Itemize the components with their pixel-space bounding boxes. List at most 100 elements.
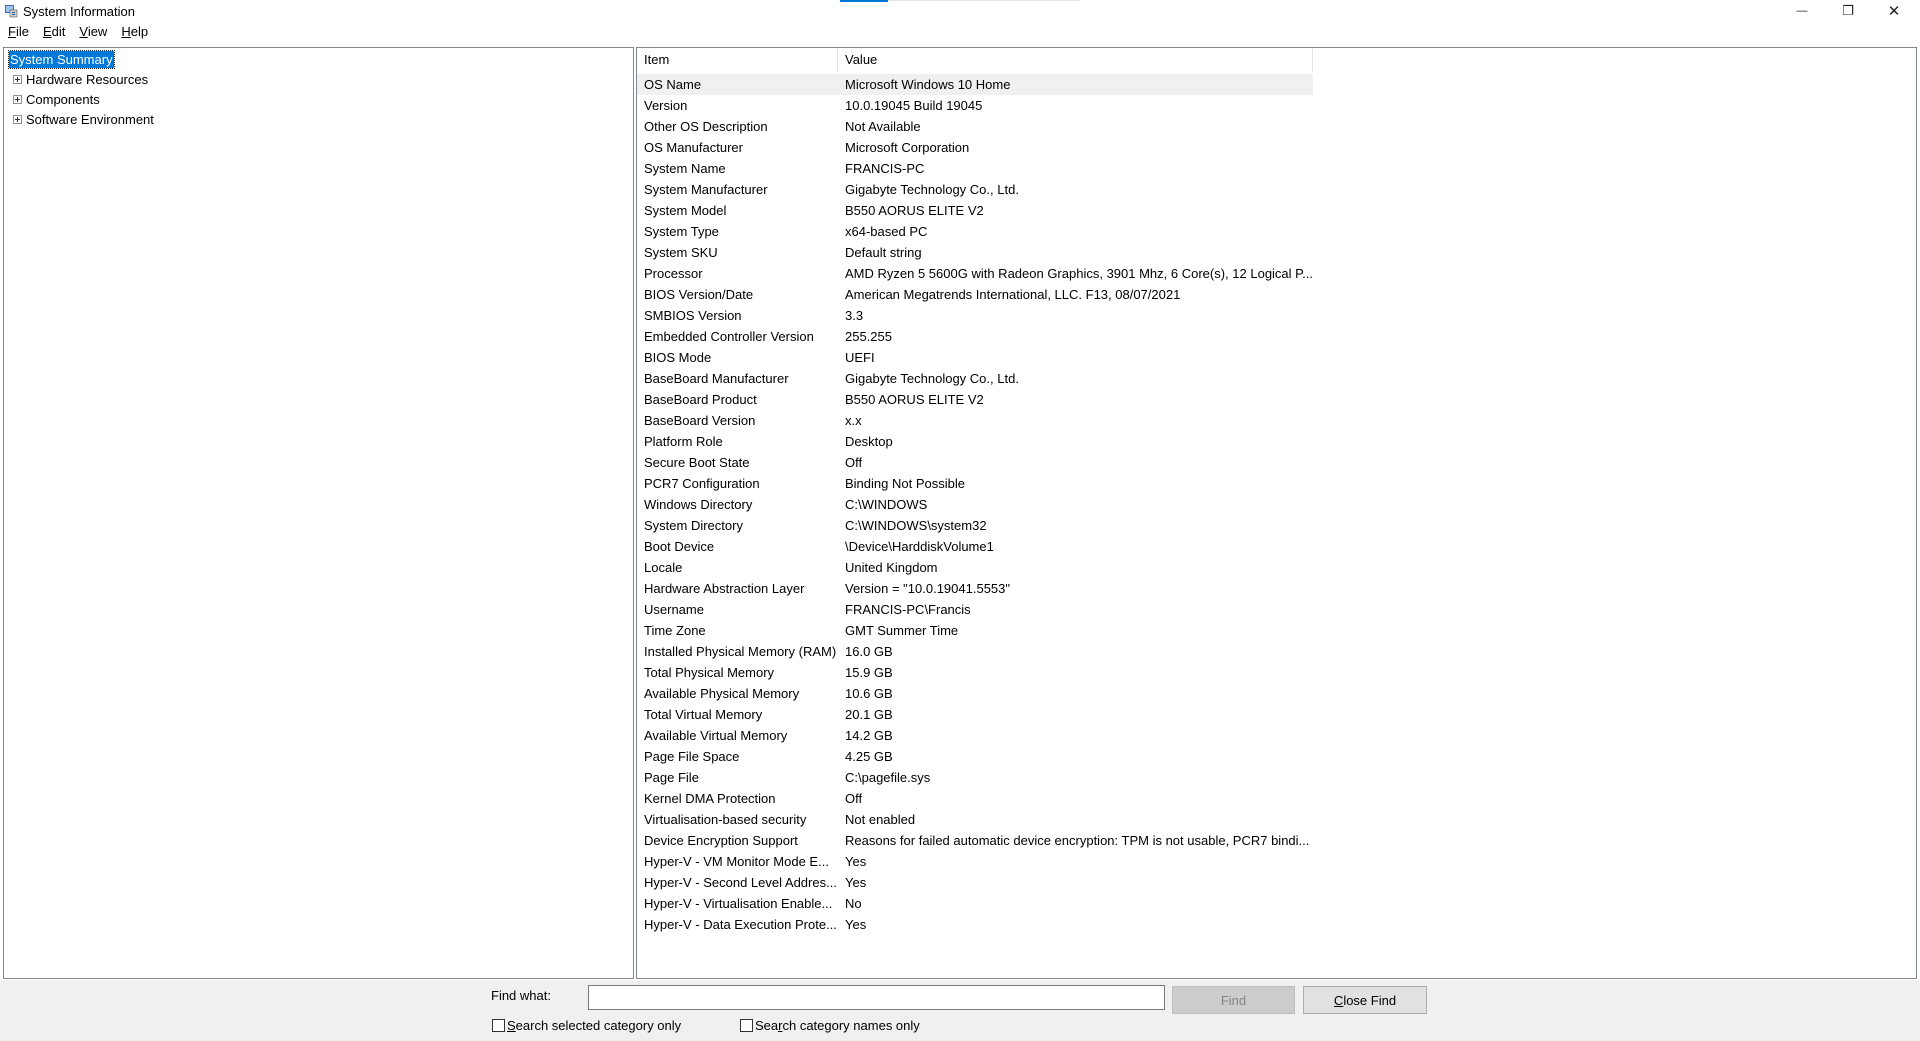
menu-view[interactable]: View bbox=[72, 23, 114, 43]
table-row[interactable]: Virtualisation-based security Not enabled bbox=[637, 809, 1313, 830]
search-category-names-checkbox[interactable]: Sea r ch category names only bbox=[740, 1018, 920, 1033]
cell-item: Total Virtual Memory bbox=[644, 707, 763, 722]
cell-value: Off bbox=[845, 455, 863, 470]
table-row[interactable]: Hyper-V - Data Execution Prote... Yes bbox=[637, 914, 1313, 935]
tree-item-components[interactable]: Components bbox=[4, 90, 101, 108]
cell-value: x64-based PC bbox=[845, 224, 928, 239]
window-title: System Information bbox=[23, 4, 135, 19]
table-row[interactable]: Time Zone GMT Summer Time bbox=[637, 620, 1313, 641]
table-row[interactable]: System Model B550 AORUS ELITE V2 bbox=[637, 200, 1313, 221]
find-button[interactable]: Find bbox=[1172, 986, 1295, 1014]
cell-item: System Directory bbox=[644, 518, 743, 533]
cell-value: 15.9 GB bbox=[845, 665, 893, 680]
table-row[interactable]: Embedded Controller Version 255.255 bbox=[637, 326, 1313, 347]
cell-item: OS Name bbox=[644, 77, 702, 92]
table-row[interactable]: Secure Boot State Off bbox=[637, 452, 1313, 473]
menu-file[interactable]: File bbox=[0, 23, 36, 43]
expand-icon[interactable] bbox=[13, 94, 22, 104]
tree-item-label: Hardware Resources bbox=[26, 71, 149, 87]
table-row[interactable]: Other OS Description Not Available bbox=[637, 116, 1313, 137]
find-what-input[interactable] bbox=[588, 985, 1165, 1010]
table-row[interactable]: System Name FRANCIS-PC bbox=[637, 158, 1313, 179]
restore-button[interactable]: ❐ bbox=[1825, 0, 1871, 22]
tree-item-system-summary[interactable]: System Summary bbox=[8, 49, 115, 69]
cell-item: Page File Space bbox=[644, 749, 740, 764]
column-header-item[interactable]: Item bbox=[637, 48, 838, 72]
cell-item: System Type bbox=[644, 224, 719, 239]
table-row[interactable]: System Manufacturer Gigabyte Technology C… bbox=[637, 179, 1313, 200]
tree-item-label: Software Environment bbox=[26, 111, 154, 127]
cell-item: PCR7 Configuration bbox=[644, 476, 760, 491]
table-row[interactable]: Device Encryption Support Reasons for fai… bbox=[637, 830, 1313, 851]
title-bar: System Information — ❐ ✕ bbox=[0, 0, 1920, 24]
table-row[interactable]: Processor AMD Ryzen 5 5600G with Radeon G… bbox=[637, 263, 1313, 284]
tree-item-software-environment[interactable]: Software Environment bbox=[4, 110, 155, 128]
cell-item: Hyper-V - Second Level Addres... bbox=[644, 875, 837, 890]
search-selected-category-checkbox[interactable]: Search selected category only bbox=[492, 1018, 681, 1033]
table-row[interactable]: Total Physical Memory 15.9 GB bbox=[637, 662, 1313, 683]
table-row[interactable]: Page File C:\pagefile.sys bbox=[637, 767, 1313, 788]
table-row[interactable]: Available Virtual Memory 14.2 GB bbox=[637, 725, 1313, 746]
table-row[interactable]: Kernel DMA Protection Off bbox=[637, 788, 1313, 809]
cell-value: Microsoft Windows 10 Home bbox=[845, 77, 1011, 92]
table-row[interactable]: Hyper-V - Second Level Addres... Yes bbox=[637, 872, 1313, 893]
table-row[interactable]: Version 10.0.19045 Build 19045 bbox=[637, 95, 1313, 116]
cell-item: Hardware Abstraction Layer bbox=[644, 581, 805, 596]
checkbox-unchecked-icon[interactable] bbox=[740, 1019, 753, 1032]
table-row[interactable]: BaseBoard Version x.x bbox=[637, 410, 1313, 431]
table-row[interactable]: OS Manufacturer Microsoft Corporation bbox=[637, 137, 1313, 158]
table-row[interactable]: BIOS Version/Date American Megatrends Int… bbox=[637, 284, 1313, 305]
table-row[interactable]: PCR7 Configuration Binding Not Possible bbox=[637, 473, 1313, 494]
table-row[interactable]: Installed Physical Memory (RAM) 16.0 GB bbox=[637, 641, 1313, 662]
close-find-button[interactable]: Close Find bbox=[1303, 986, 1427, 1014]
cell-item: Total Physical Memory bbox=[644, 665, 775, 680]
table-row[interactable]: Total Virtual Memory 20.1 GB bbox=[637, 704, 1313, 725]
close-button[interactable]: ✕ bbox=[1871, 0, 1917, 22]
menu-file-accel: F bbox=[8, 24, 16, 39]
find-what-label: Find what: bbox=[491, 988, 551, 1003]
cell-value: Off bbox=[845, 791, 863, 806]
table-row[interactable]: Hardware Abstraction Layer Version = "10.… bbox=[637, 578, 1313, 599]
table-row[interactable]: Boot Device \Device\HarddiskVolume1 bbox=[637, 536, 1313, 557]
table-row[interactable]: Hyper-V - Virtualisation Enable... No bbox=[637, 893, 1313, 914]
table-row[interactable]: BaseBoard Manufacturer Gigabyte Technolog… bbox=[637, 368, 1313, 389]
checkbox-unchecked-icon[interactable] bbox=[492, 1019, 505, 1032]
cell-item: BaseBoard Version bbox=[644, 413, 756, 428]
checkbox-label-pre: Sea bbox=[755, 1018, 779, 1033]
column-header-value[interactable]: Value bbox=[838, 48, 1313, 72]
details-list[interactable]: Item Value OS Name Microsoft Windows 10 H… bbox=[636, 47, 1917, 979]
cell-value: B550 AORUS ELITE V2 bbox=[845, 203, 984, 218]
cell-value: 255.255 bbox=[845, 329, 892, 344]
cell-value: Microsoft Corporation bbox=[845, 140, 970, 155]
cell-value: Yes bbox=[845, 917, 867, 932]
tree-item-hardware-resources[interactable]: Hardware Resources bbox=[4, 70, 149, 88]
table-row[interactable]: BIOS Mode UEFI bbox=[637, 347, 1313, 368]
table-row[interactable]: Platform Role Desktop bbox=[637, 431, 1313, 452]
table-row[interactable]: SMBIOS Version 3.3 bbox=[637, 305, 1313, 326]
cell-item: Windows Directory bbox=[644, 497, 753, 512]
expand-icon[interactable] bbox=[13, 114, 22, 124]
menu-help[interactable]: Help bbox=[114, 23, 155, 43]
cell-value: x.x bbox=[845, 413, 862, 428]
table-row[interactable]: Hyper-V - VM Monitor Mode E... Yes bbox=[637, 851, 1313, 872]
table-row[interactable]: BaseBoard Product B550 AORUS ELITE V2 bbox=[637, 389, 1313, 410]
menu-edit[interactable]: Edit bbox=[36, 23, 72, 43]
table-row[interactable]: System Type x64-based PC bbox=[637, 221, 1313, 242]
table-row[interactable]: Page File Space 4.25 GB bbox=[637, 746, 1313, 767]
table-row[interactable]: Username FRANCIS-PC\Francis bbox=[637, 599, 1313, 620]
table-row[interactable]: OS Name Microsoft Windows 10 Home bbox=[637, 74, 1313, 95]
cell-value: Yes bbox=[845, 875, 867, 890]
table-row[interactable]: Locale United Kingdom bbox=[637, 557, 1313, 578]
table-row[interactable]: System Directory C:\WINDOWS\system32 bbox=[637, 515, 1313, 536]
expand-icon[interactable] bbox=[13, 74, 22, 84]
cell-value: GMT Summer Time bbox=[845, 623, 959, 638]
checkbox-accel: S bbox=[507, 1018, 516, 1033]
table-row[interactable]: Available Physical Memory 10.6 GB bbox=[637, 683, 1313, 704]
category-tree[interactable]: System Summary Hardware Resources Compon… bbox=[3, 47, 634, 979]
table-row[interactable]: System SKU Default string bbox=[637, 242, 1313, 263]
cell-value: Default string bbox=[845, 245, 922, 260]
cell-value: UEFI bbox=[845, 350, 875, 365]
cell-value: United Kingdom bbox=[845, 560, 938, 575]
table-row[interactable]: Windows Directory C:\WINDOWS bbox=[637, 494, 1313, 515]
minimize-button[interactable]: — bbox=[1779, 0, 1825, 22]
